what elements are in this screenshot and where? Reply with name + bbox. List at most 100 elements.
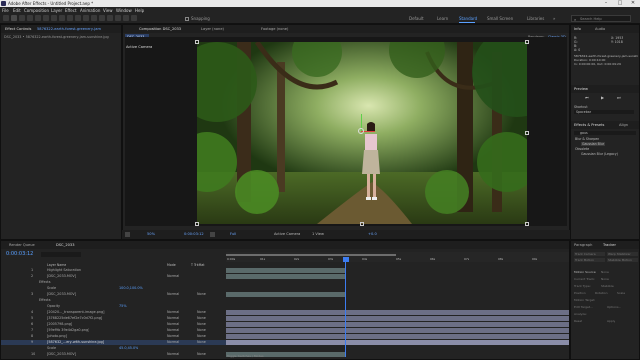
handle-top-right[interactable] (525, 40, 529, 44)
close-button[interactable]: ✕ (627, 0, 639, 7)
current-time-display[interactable]: 0:00:03:12 (184, 232, 204, 236)
track-camera-button[interactable]: Track Camera (574, 252, 605, 256)
timeline-comp-tab[interactable]: DSC_2033 (56, 243, 75, 247)
layer-trkmat[interactable]: None (197, 322, 206, 326)
rotation-checkbox[interactable]: Rotation (595, 291, 608, 295)
layer-trkmat[interactable]: None (197, 292, 206, 296)
snapping-checkbox[interactable] (185, 17, 189, 21)
position-checkbox[interactable]: Position (574, 291, 586, 295)
effect-gaussian-blur-legacy[interactable]: Gaussian Blur (Legacy) (581, 152, 618, 156)
effect-controls-tab[interactable]: Effect Controls (5, 27, 31, 31)
composition-tab[interactable]: Composition DSC_2033 (139, 27, 181, 31)
layer-mode[interactable]: Normal (167, 310, 179, 314)
snapshot-icon[interactable] (210, 232, 215, 237)
workspace-small-screen[interactable]: Small Screen (487, 16, 513, 21)
effects-category[interactable]: Blur & Sharpen (575, 137, 599, 141)
align-tab[interactable]: Align (619, 123, 628, 127)
orbit-tool-icon[interactable] (35, 15, 41, 21)
scale-value[interactable]: 45.0,45.0% (119, 346, 138, 350)
layer-trkmat[interactable]: None (197, 340, 206, 344)
shortcut-dropdown[interactable]: Spacebar (574, 110, 634, 114)
footage-tab[interactable]: Footage (none) (261, 27, 288, 31)
options-button[interactable]: Options... (607, 305, 621, 309)
track-type-dropdown[interactable]: Stabilize (601, 284, 614, 288)
scale-checkbox[interactable]: Scale (617, 291, 625, 295)
render-queue-tab[interactable]: Render Queue (9, 243, 35, 247)
layer-mode[interactable]: Normal (167, 292, 179, 296)
magnification-dropdown[interactable]: 50% (147, 232, 155, 236)
layer-mode[interactable]: Normal (167, 316, 179, 320)
paragraph-tab[interactable]: Paragraph (574, 243, 592, 247)
layer-row-7[interactable]: 7 [59ef9b 39e4d2ga0.png] Normal None (1, 328, 226, 333)
playhead-marker[interactable] (343, 257, 349, 262)
handle-top-left[interactable] (195, 40, 199, 44)
layer-row-2[interactable]: 2 [DSC_2033.MOV] Normal (1, 274, 226, 279)
eraser-tool-icon[interactable] (115, 15, 121, 21)
effects-obsolete-category[interactable]: Obsolete (575, 147, 589, 151)
home-icon[interactable] (3, 15, 9, 21)
handle-bottom-right[interactable] (525, 222, 529, 226)
layer-mode[interactable]: Normal (167, 352, 179, 356)
layer-mode[interactable]: Normal (167, 328, 179, 332)
pan-tool-icon[interactable] (43, 15, 49, 21)
layer-row-8[interactable]: 8 [photo.png] Normal None (1, 334, 226, 339)
layer-scale-property[interactable]: Scale 100.0,100.0% (1, 286, 226, 291)
pen-tool-icon[interactable] (83, 15, 89, 21)
layer-bar-8[interactable] (226, 334, 569, 339)
layer-tab[interactable]: Layer (none) (201, 27, 224, 31)
tracker-tab[interactable]: Tracker (603, 243, 616, 247)
toggle-switches-modes[interactable]: Toggle Switches / Modes (227, 354, 264, 358)
first-frame-button[interactable]: ⏮ (585, 95, 589, 100)
search-help-box[interactable]: ⌕ Search Help (571, 15, 631, 22)
hand-tool-icon[interactable] (19, 15, 25, 21)
audio-tab[interactable]: Audio (595, 27, 605, 31)
puppet-tool-icon[interactable] (131, 15, 137, 21)
type-tool-icon[interactable] (91, 15, 97, 21)
reset-button[interactable]: Reset (574, 319, 582, 323)
roto-tool-icon[interactable] (123, 15, 129, 21)
handle-mid-bottom[interactable] (360, 222, 364, 226)
layer-bar-1[interactable] (226, 268, 346, 273)
layer-row-5[interactable]: 5 [3768225de67ef2e7c0d7f2.png] Normal No… (1, 316, 226, 321)
layer-trkmat[interactable]: None (197, 352, 206, 356)
effect-controls-file-tab[interactable]: 5876322-earth-forest-greenery-jam (37, 27, 117, 31)
scale-value[interactable]: 100.0,100.0% (119, 286, 143, 290)
anchor-point-icon[interactable] (358, 128, 364, 134)
track-motion-button[interactable]: Track Motion (574, 258, 605, 262)
workspace-libraries[interactable]: Libraries (527, 16, 544, 21)
layer-bar-9[interactable] (226, 340, 569, 345)
opacity-value[interactable]: 75% (119, 304, 127, 308)
handle-bottom-left[interactable] (195, 222, 199, 226)
layer-effects-group[interactable]: Effects (1, 298, 226, 303)
apply-button[interactable]: Apply (607, 319, 615, 323)
zoom-tool-icon[interactable] (27, 15, 33, 21)
current-track-dropdown[interactable]: None (601, 277, 609, 281)
layer-scale-property[interactable]: Scale 45.0,45.0% (1, 346, 226, 351)
info-tab[interactable]: Info (574, 27, 581, 31)
selection-tool-icon[interactable] (11, 15, 17, 21)
play-button[interactable]: ▶ (601, 95, 604, 100)
layer-row-9-selected[interactable]: 9 [587632_...ery-with-sunshine.jpg] Norm… (1, 340, 226, 345)
layer-trkmat[interactable]: None (197, 328, 206, 332)
layer-row-1[interactable]: 1 Highlight Saturation (1, 268, 226, 273)
layer-row-6[interactable]: 6 [2005798.png] Normal None (1, 322, 226, 327)
exposure-value[interactable]: +0.0 (368, 232, 377, 236)
minimize-button[interactable]: – (600, 0, 612, 7)
layer-bar-6[interactable] (226, 322, 569, 327)
layer-bar-2[interactable] (226, 274, 346, 279)
anchor-tool-icon[interactable] (67, 15, 73, 21)
layer-trkmat[interactable]: None (197, 316, 206, 320)
stabilize-motion-button[interactable]: Stabilize Motion (607, 258, 638, 262)
workspace-learn[interactable]: Learn (437, 16, 448, 21)
rotation-tool-icon[interactable] (59, 15, 65, 21)
effects-search-input[interactable]: gaus (574, 131, 636, 135)
layer-row-10[interactable]: 10 [DSC_2033.MOV] Normal None (1, 352, 226, 357)
layer-mode[interactable]: Normal (167, 334, 179, 338)
layer-effects-group[interactable]: Effects (1, 280, 226, 285)
layer-mode[interactable]: Normal (167, 322, 179, 326)
last-frame-button[interactable]: ⏭ (617, 95, 621, 100)
layer-row-4[interactable]: 4 [20420..._transparent-image.png] Norma… (1, 310, 226, 315)
timeline-timecode[interactable]: 0:00:03:12 (6, 251, 33, 257)
maximize-button[interactable]: □ (614, 0, 626, 7)
clone-tool-icon[interactable] (107, 15, 113, 21)
